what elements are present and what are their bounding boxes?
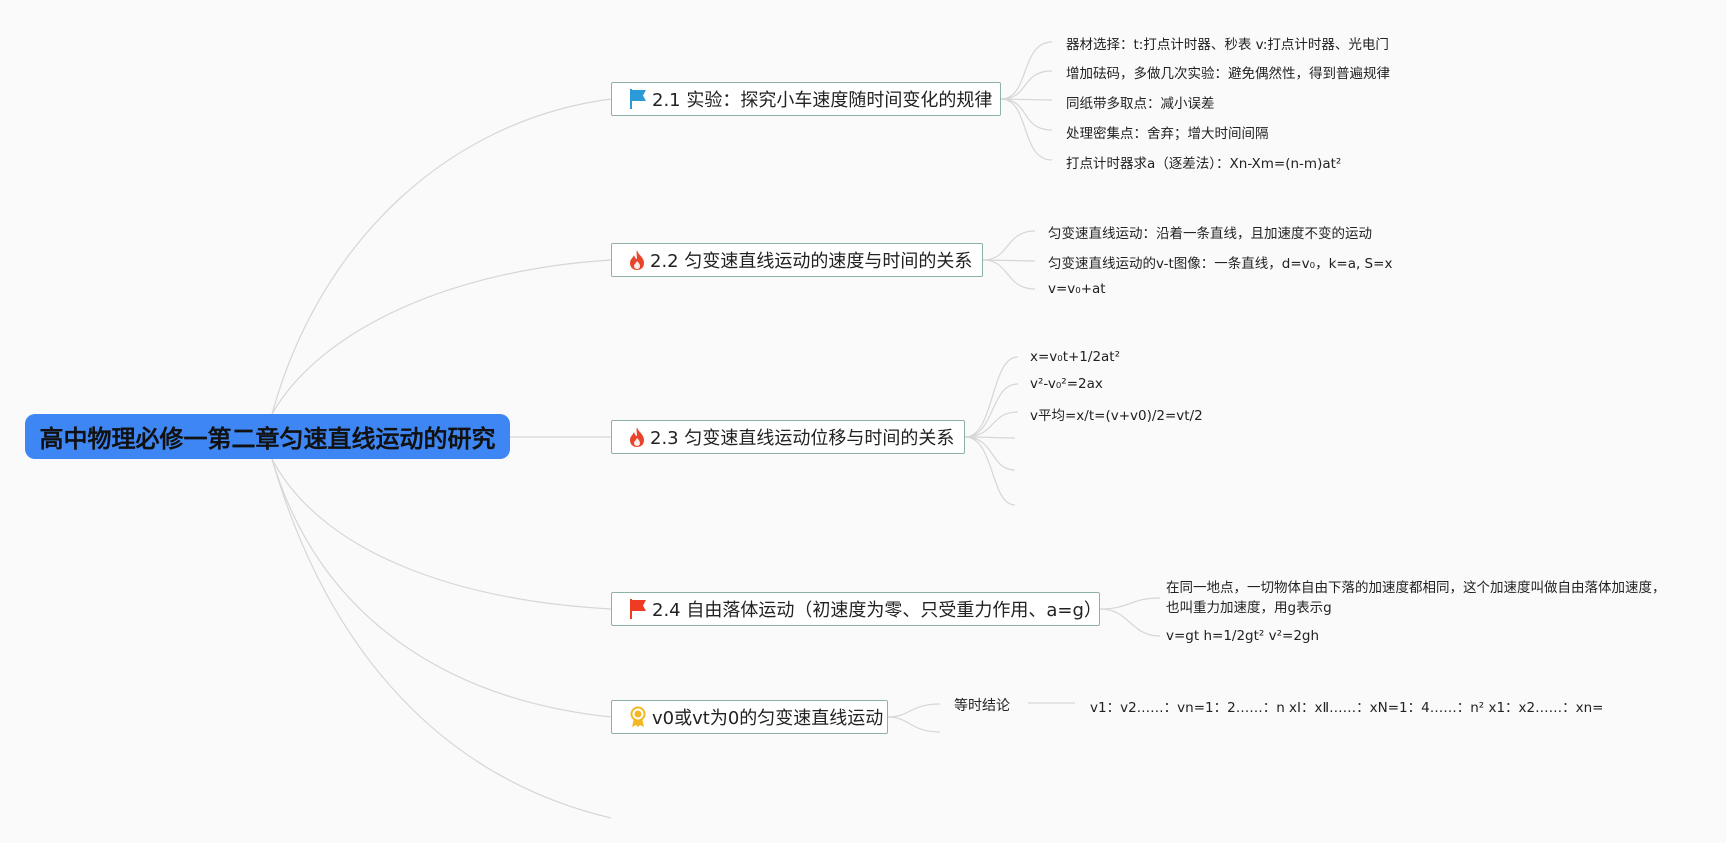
leaf-free-fall-definition[interactable]: 在同一地点，一切物体自由下落的加速度都相同，这个加速度叫做自由落体加速度，也叫重… xyxy=(1166,578,1666,618)
leaf-free-fall-formulas[interactable]: v=gt h=1/2gt² v²=2gh xyxy=(1166,628,1319,644)
topic-2-1[interactable]: 2.1 实验：探究小车速度随时间变化的规律 xyxy=(611,82,1001,116)
leaf-successive-difference[interactable]: 打点计时器求a（逐差法）：Xn-Xm=(n-m)at² xyxy=(1066,152,1341,172)
subtopic-equal-time-conclusion[interactable]: 等时结论 xyxy=(954,695,1010,715)
topic-label: 2.2 匀变速直线运动的速度与时间的关系 xyxy=(650,251,973,272)
topic-2-4[interactable]: 2.4 自由落体运动（初速度为零、只受重力作用、a=g） xyxy=(611,592,1102,626)
leaf-ratio-conclusion[interactable]: v1：v2……：vn=1：2……：n xⅠ：xⅡ……：xN=1：4……：n² x… xyxy=(1090,696,1604,716)
fire-icon xyxy=(628,425,646,449)
topic-2-3[interactable]: 2.3 匀变速直线运动位移与时间的关系 xyxy=(611,420,965,454)
leaf-dense-points[interactable]: 处理密集点：舍弃；增大时间间隔 xyxy=(1066,122,1269,142)
root-topic-label: 高中物理必修一第二章匀速直线运动的研究 xyxy=(39,425,496,453)
leaf-more-points[interactable]: 同纸带多取点：减小误差 xyxy=(1066,92,1215,112)
root-topic[interactable]: 高中物理必修一第二章匀速直线运动的研究 xyxy=(25,414,510,459)
leaf-equipment[interactable]: 器材选择：t:打点计时器、秒表 v:打点计时器、光电门 xyxy=(1066,33,1389,53)
award-medal-icon xyxy=(628,705,648,729)
leaf-more-trials[interactable]: 增加砝码，多做几次实验：避免偶然性，得到普遍规律 xyxy=(1066,62,1390,82)
leaf-velocity-displacement[interactable]: v²-v₀²=2ax xyxy=(1030,376,1103,392)
leaf-definition[interactable]: 匀变速直线运动：沿着一条直线，且加速度不变的运动 xyxy=(1048,222,1372,242)
leaf-velocity-formula[interactable]: v=v₀+at xyxy=(1048,281,1106,297)
topic-label: 2.1 实验：探究小车速度随时间变化的规律 xyxy=(652,90,993,111)
leaf-vt-graph[interactable]: 匀变速直线运动的v-t图像：一条直线，d=v₀，k=a, S=x xyxy=(1048,252,1392,272)
topic-zero-initial-velocity[interactable]: v0或vt为0的匀变速直线运动 xyxy=(611,700,888,734)
topic-2-2[interactable]: 2.2 匀变速直线运动的速度与时间的关系 xyxy=(611,243,983,277)
fire-icon xyxy=(628,248,646,272)
topic-label: v0或vt为0的匀变速直线运动 xyxy=(652,708,884,729)
topic-label: 2.4 自由落体运动（初速度为零、只受重力作用、a=g） xyxy=(652,600,1102,621)
topic-label: 2.3 匀变速直线运动位移与时间的关系 xyxy=(650,428,955,449)
leaf-average-velocity[interactable]: v平均=x/t=(v+v0)/2=vt/2 xyxy=(1030,404,1203,424)
blue-flag-icon xyxy=(628,87,648,111)
leaf-displacement-formula[interactable]: x=v₀t+1/2at² xyxy=(1030,349,1120,365)
red-flag-icon xyxy=(628,597,648,621)
